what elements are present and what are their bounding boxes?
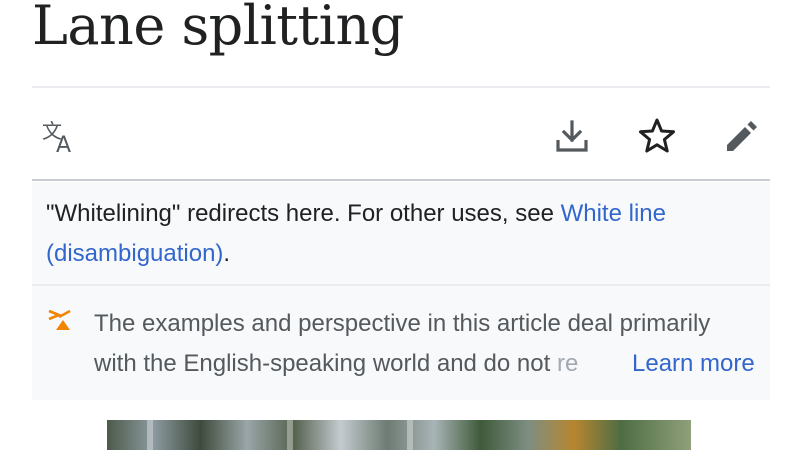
issue-notice[interactable]: The examples and perspective in this art… — [32, 286, 770, 400]
notice-line-2-text: with the English-speaking world and do n… — [94, 350, 557, 377]
translate-icon: 文 A — [42, 119, 71, 156]
image-detail — [147, 420, 153, 450]
hatnote: "Whitelining" redirects here. For other … — [32, 182, 770, 284]
svg-text:A: A — [56, 133, 71, 156]
page-actions-toolbar: 文 A — [32, 96, 770, 176]
notice-line-1: The examples and perspective in this art… — [94, 310, 711, 337]
page-title: Lane splitting — [32, 0, 404, 57]
edit-button[interactable] — [718, 112, 766, 160]
watch-star-button[interactable] — [633, 112, 681, 160]
lead-image[interactable] — [107, 420, 691, 450]
image-detail — [407, 420, 413, 450]
download-button[interactable] — [548, 112, 596, 160]
pencil-icon — [727, 121, 757, 151]
learn-more-link[interactable]: Learn more — [588, 344, 755, 384]
language-button[interactable]: 文 A — [36, 112, 84, 160]
title-divider — [32, 86, 770, 88]
hatnote-period: . — [223, 240, 231, 267]
star-outline-icon — [639, 118, 675, 153]
toolbar-divider — [32, 179, 770, 181]
download-icon — [556, 120, 588, 152]
notice-line-2-faded: re — [556, 350, 579, 377]
globe-issue-icon — [48, 309, 71, 330]
hatnote-text: "Whitelining" redirects here. For other … — [46, 200, 561, 227]
image-detail — [287, 420, 293, 450]
